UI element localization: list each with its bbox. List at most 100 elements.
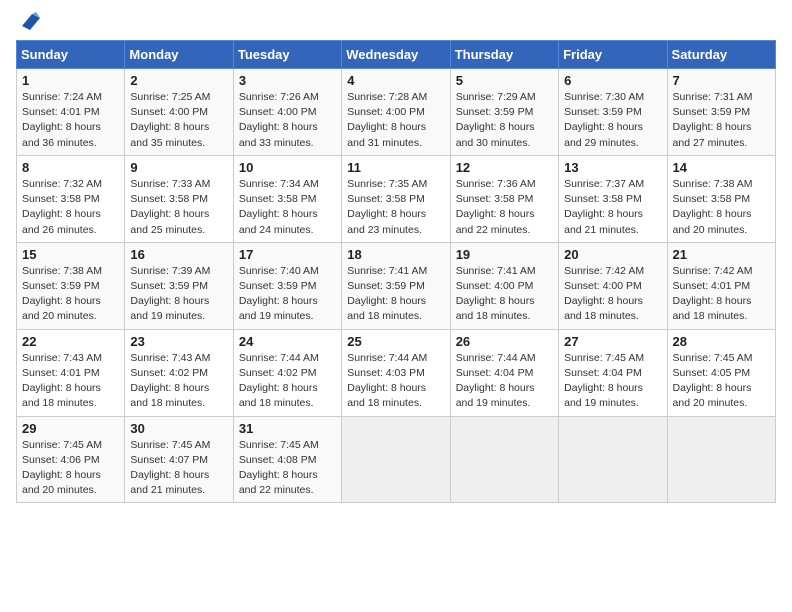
day-number: 2 [130, 73, 227, 88]
calendar-cell [559, 416, 667, 503]
day-info: Sunrise: 7:26 AMSunset: 4:00 PMDaylight:… [239, 90, 336, 151]
day-info: Sunrise: 7:34 AMSunset: 3:58 PMDaylight:… [239, 177, 336, 238]
page-header [16, 16, 776, 30]
day-info: Sunrise: 7:28 AMSunset: 4:00 PMDaylight:… [347, 90, 444, 151]
calendar-cell [342, 416, 450, 503]
calendar-body: 1 Sunrise: 7:24 AMSunset: 4:01 PMDaylight… [17, 69, 776, 503]
header-thursday: Thursday [450, 41, 558, 69]
day-info: Sunrise: 7:43 AMSunset: 4:01 PMDaylight:… [22, 351, 119, 412]
calendar-cell: 19 Sunrise: 7:41 AMSunset: 4:00 PMDayligh… [450, 242, 558, 329]
day-number: 23 [130, 334, 227, 349]
logo [16, 16, 40, 30]
day-number: 8 [22, 160, 119, 175]
day-info: Sunrise: 7:44 AMSunset: 4:03 PMDaylight:… [347, 351, 444, 412]
header-friday: Friday [559, 41, 667, 69]
calendar-cell: 8Sunrise: 7:32 AMSunset: 3:58 PMDaylight… [17, 155, 125, 242]
calendar-cell: 17 Sunrise: 7:40 AMSunset: 3:59 PMDayligh… [233, 242, 341, 329]
calendar-cell: 7 Sunrise: 7:31 AMSunset: 3:59 PMDaylight… [667, 69, 775, 156]
day-info: Sunrise: 7:39 AMSunset: 3:59 PMDaylight:… [130, 264, 227, 325]
calendar-cell: 30Sunrise: 7:45 AMSunset: 4:07 PMDayligh… [125, 416, 233, 503]
day-number: 15 [22, 247, 119, 262]
calendar-cell: 22 Sunrise: 7:43 AMSunset: 4:01 PMDayligh… [17, 329, 125, 416]
day-info: Sunrise: 7:31 AMSunset: 3:59 PMDaylight:… [673, 90, 770, 151]
day-info: Sunrise: 7:38 AMSunset: 3:59 PMDaylight:… [22, 264, 119, 325]
day-info: Sunrise: 7:42 AMSunset: 4:00 PMDaylight:… [564, 264, 661, 325]
day-info: Sunrise: 7:45 AMSunset: 4:08 PMDaylight:… [239, 438, 336, 499]
calendar-cell: 15 Sunrise: 7:38 AMSunset: 3:59 PMDayligh… [17, 242, 125, 329]
day-info: Sunrise: 7:36 AMSunset: 3:58 PMDaylight:… [456, 177, 553, 238]
calendar-cell: 13Sunrise: 7:37 AMSunset: 3:58 PMDayligh… [559, 155, 667, 242]
day-number: 25 [347, 334, 444, 349]
calendar-cell: 21Sunrise: 7:42 AMSunset: 4:01 PMDayligh… [667, 242, 775, 329]
calendar-cell [667, 416, 775, 503]
calendar-cell: 5 Sunrise: 7:29 AMSunset: 3:59 PMDaylight… [450, 69, 558, 156]
day-info: Sunrise: 7:40 AMSunset: 3:59 PMDaylight:… [239, 264, 336, 325]
calendar-cell [450, 416, 558, 503]
day-number: 24 [239, 334, 336, 349]
calendar-cell: 18Sunrise: 7:41 AMSunset: 3:59 PMDayligh… [342, 242, 450, 329]
day-number: 28 [673, 334, 770, 349]
day-number: 10 [239, 160, 336, 175]
day-number: 29 [22, 421, 119, 436]
day-number: 7 [673, 73, 770, 88]
day-info: Sunrise: 7:33 AMSunset: 3:58 PMDaylight:… [130, 177, 227, 238]
day-info: Sunrise: 7:45 AMSunset: 4:06 PMDaylight:… [22, 438, 119, 499]
day-info: Sunrise: 7:24 AMSunset: 4:01 PMDaylight:… [22, 90, 119, 151]
day-info: Sunrise: 7:35 AMSunset: 3:58 PMDaylight:… [347, 177, 444, 238]
day-number: 27 [564, 334, 661, 349]
calendar-cell: 9 Sunrise: 7:33 AMSunset: 3:58 PMDaylight… [125, 155, 233, 242]
day-number: 16 [130, 247, 227, 262]
day-info: Sunrise: 7:44 AMSunset: 4:04 PMDaylight:… [456, 351, 553, 412]
header-tuesday: Tuesday [233, 41, 341, 69]
day-number: 6 [564, 73, 661, 88]
day-info: Sunrise: 7:30 AMSunset: 3:59 PMDaylight:… [564, 90, 661, 151]
calendar-cell: 16 Sunrise: 7:39 AMSunset: 3:59 PMDayligh… [125, 242, 233, 329]
calendar-cell: 25 Sunrise: 7:44 AMSunset: 4:03 PMDayligh… [342, 329, 450, 416]
calendar-cell: 31Sunrise: 7:45 AMSunset: 4:08 PMDayligh… [233, 416, 341, 503]
day-info: Sunrise: 7:45 AMSunset: 4:07 PMDaylight:… [130, 438, 227, 499]
day-number: 12 [456, 160, 553, 175]
day-number: 1 [22, 73, 119, 88]
day-number: 11 [347, 160, 444, 175]
day-info: Sunrise: 7:44 AMSunset: 4:02 PMDaylight:… [239, 351, 336, 412]
day-number: 4 [347, 73, 444, 88]
calendar-cell: 1 Sunrise: 7:24 AMSunset: 4:01 PMDaylight… [17, 69, 125, 156]
day-number: 19 [456, 247, 553, 262]
day-info: Sunrise: 7:41 AMSunset: 4:00 PMDaylight:… [456, 264, 553, 325]
calendar-cell: 20Sunrise: 7:42 AMSunset: 4:00 PMDayligh… [559, 242, 667, 329]
day-number: 13 [564, 160, 661, 175]
calendar-cell: 6 Sunrise: 7:30 AMSunset: 3:59 PMDaylight… [559, 69, 667, 156]
day-number: 9 [130, 160, 227, 175]
day-number: 17 [239, 247, 336, 262]
day-info: Sunrise: 7:29 AMSunset: 3:59 PMDaylight:… [456, 90, 553, 151]
calendar-cell: 29 Sunrise: 7:45 AMSunset: 4:06 PMDayligh… [17, 416, 125, 503]
day-number: 5 [456, 73, 553, 88]
day-number: 14 [673, 160, 770, 175]
calendar-table: SundayMondayTuesdayWednesdayThursdayFrid… [16, 40, 776, 503]
calendar-header-row: SundayMondayTuesdayWednesdayThursdayFrid… [17, 41, 776, 69]
calendar-cell: 4 Sunrise: 7:28 AMSunset: 4:00 PMDaylight… [342, 69, 450, 156]
calendar-cell: 23 Sunrise: 7:43 AMSunset: 4:02 PMDayligh… [125, 329, 233, 416]
calendar-cell: 12 Sunrise: 7:36 AMSunset: 3:58 PMDayligh… [450, 155, 558, 242]
calendar-week-5: 29 Sunrise: 7:45 AMSunset: 4:06 PMDayligh… [17, 416, 776, 503]
header-saturday: Saturday [667, 41, 775, 69]
header-monday: Monday [125, 41, 233, 69]
logo-bird-icon [18, 12, 40, 30]
day-number: 18 [347, 247, 444, 262]
day-number: 26 [456, 334, 553, 349]
header-sunday: Sunday [17, 41, 125, 69]
header-wednesday: Wednesday [342, 41, 450, 69]
day-number: 21 [673, 247, 770, 262]
day-info: Sunrise: 7:25 AMSunset: 4:00 PMDaylight:… [130, 90, 227, 151]
calendar-cell: 11 Sunrise: 7:35 AMSunset: 3:58 PMDayligh… [342, 155, 450, 242]
day-info: Sunrise: 7:43 AMSunset: 4:02 PMDaylight:… [130, 351, 227, 412]
day-info: Sunrise: 7:45 AMSunset: 4:05 PMDaylight:… [673, 351, 770, 412]
calendar-cell: 2 Sunrise: 7:25 AMSunset: 4:00 PMDaylight… [125, 69, 233, 156]
day-info: Sunrise: 7:38 AMSunset: 3:58 PMDaylight:… [673, 177, 770, 238]
calendar-week-3: 15 Sunrise: 7:38 AMSunset: 3:59 PMDayligh… [17, 242, 776, 329]
calendar-cell: 28 Sunrise: 7:45 AMSunset: 4:05 PMDayligh… [667, 329, 775, 416]
calendar-cell: 10 Sunrise: 7:34 AMSunset: 3:58 PMDayligh… [233, 155, 341, 242]
day-number: 3 [239, 73, 336, 88]
calendar-cell: 27Sunrise: 7:45 AMSunset: 4:04 PMDayligh… [559, 329, 667, 416]
day-number: 22 [22, 334, 119, 349]
